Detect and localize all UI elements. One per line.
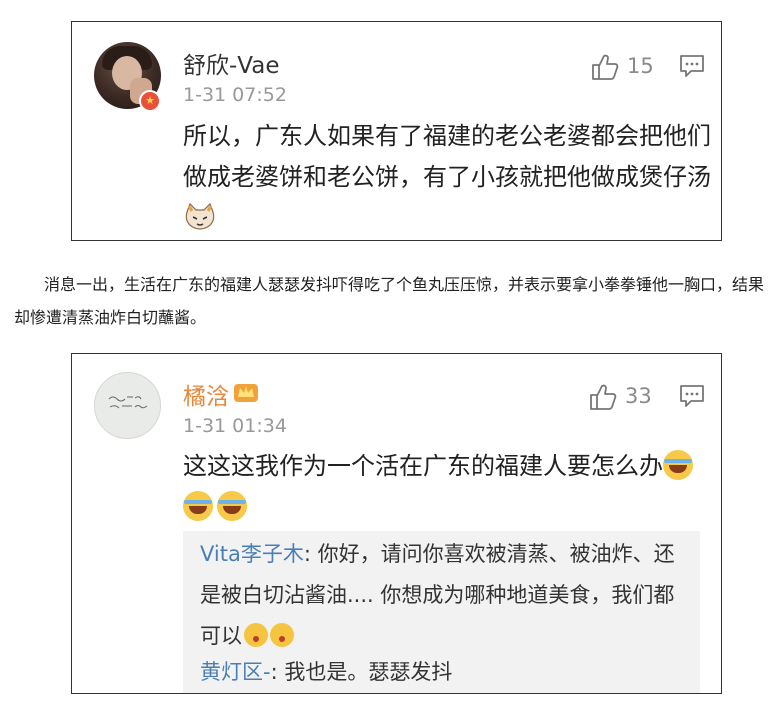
user-avatar[interactable] xyxy=(94,372,161,439)
comment-bubble-icon[interactable] xyxy=(679,54,705,78)
comment-card-2: 橘浛 1-31 01:34 33 这这这我作为一个活在广东的福建人要怎么办 Vi… xyxy=(71,353,722,694)
cat-emoji-icon xyxy=(183,202,217,232)
like-count: 33 xyxy=(625,384,652,408)
crown-icon xyxy=(234,384,258,402)
reply-thread: Vita李子木: 你好，请问你喜欢被清蒸、被油炸、还是被白切沾酱油.... 你想… xyxy=(183,531,700,693)
comment-text: 这这这我作为一个活在广东的福建人要怎么办 xyxy=(183,446,713,528)
laughing-tears-emoji-icon xyxy=(217,491,247,521)
username[interactable]: 橘浛 xyxy=(183,377,229,411)
reply-item: 黄灯区-: 我也是。瑟瑟发抖 xyxy=(200,657,690,687)
comment-card-1: ★ 舒欣-Vae 1-31 07:52 15 所以，广东人如果有了福建的老公老婆… xyxy=(71,21,722,241)
like-count: 15 xyxy=(627,54,654,78)
comment-text: 所以，广东人如果有了福建的老公老婆都会把他们做成老婆饼和老公饼，有了小孩就把他做… xyxy=(183,116,713,239)
comment-bubble-icon[interactable] xyxy=(679,384,705,408)
thumbs-up-icon[interactable] xyxy=(590,52,620,82)
article-paragraph: 消息一出，生活在广东的福建人瑟瑟发抖吓得吃了个鱼丸压压惊，并表示要拿小拳拳锤他一… xyxy=(14,275,765,327)
thumbs-up-icon[interactable] xyxy=(588,382,618,412)
laughing-tears-emoji-icon xyxy=(663,450,693,480)
timestamp: 1-31 01:34 xyxy=(183,415,287,437)
reply-author[interactable]: Vita李子木 xyxy=(200,542,304,566)
reply-item: Vita李子木: 你好，请问你喜欢被清蒸、被油炸、还是被白切沾酱油.... 你想… xyxy=(200,534,690,657)
wink-emoji-icon xyxy=(244,623,268,647)
timestamp: 1-31 07:52 xyxy=(183,84,287,106)
reply-text: : 我也是。瑟瑟发抖 xyxy=(270,660,453,684)
laughing-tears-emoji-icon xyxy=(183,491,213,521)
verified-badge-icon: ★ xyxy=(139,90,161,112)
username[interactable]: 舒欣-Vae xyxy=(183,46,280,80)
wink-emoji-icon xyxy=(270,623,294,647)
reply-author[interactable]: 黄灯区- xyxy=(200,660,271,684)
